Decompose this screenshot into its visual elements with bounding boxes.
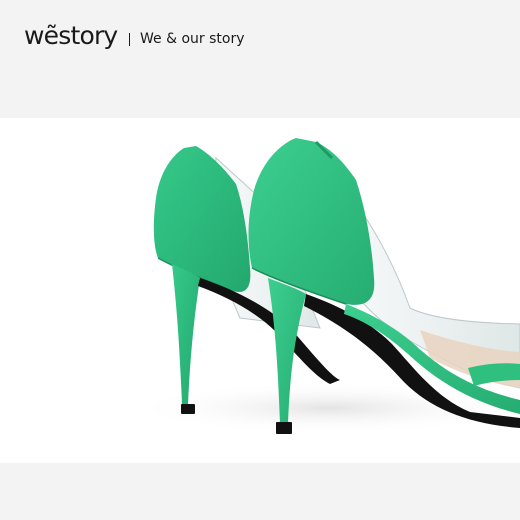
brand-logo[interactable]: wẽstory	[24, 19, 118, 53]
header-divider	[129, 33, 130, 46]
front-shoe-heel-tip	[276, 422, 292, 434]
back-shoe-heel	[172, 264, 200, 404]
brand-header: wẽstory We & our story	[0, 0, 520, 118]
footer-band	[0, 463, 520, 520]
back-shoe-counter	[153, 146, 251, 292]
brand-tagline: We & our story	[140, 31, 245, 47]
shoes-illustration	[130, 138, 520, 434]
product-photo	[0, 118, 520, 463]
back-shoe-heel-tip	[181, 404, 195, 414]
product-page: wẽstory We & our story	[0, 0, 520, 520]
